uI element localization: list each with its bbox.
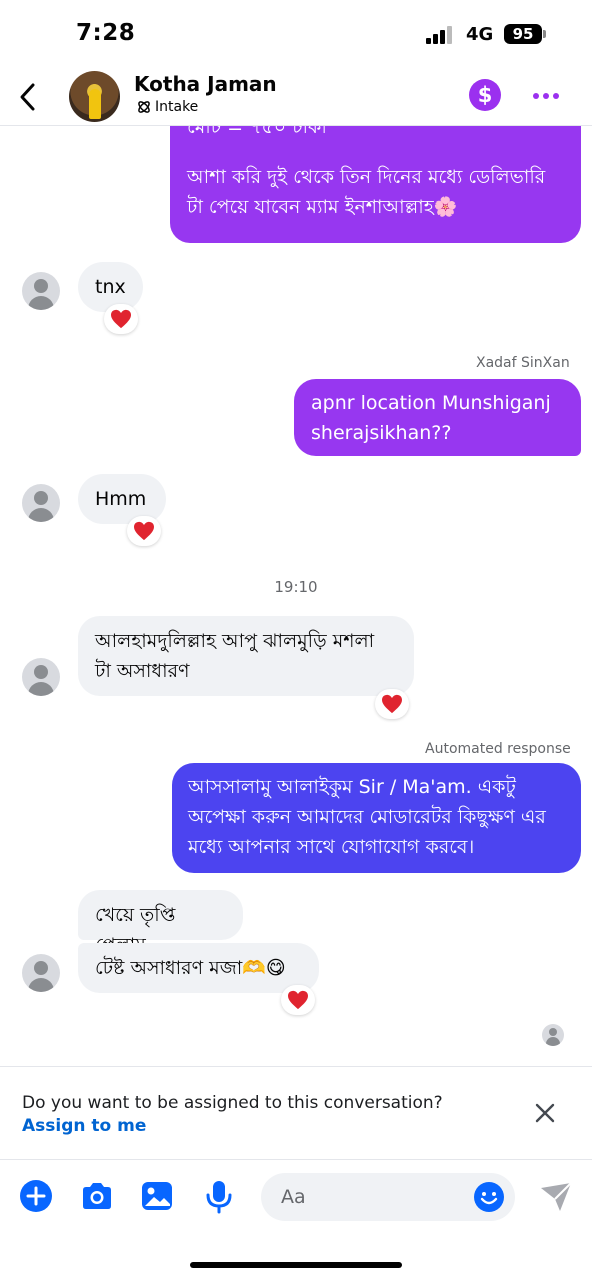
heart-icon	[382, 694, 402, 714]
back-button[interactable]	[14, 80, 44, 114]
message-text: আসসালামু আলাইকুম Sir / Ma'am. একটু	[188, 776, 516, 798]
camera-button[interactable]	[79, 1178, 115, 1214]
message-input[interactable]	[281, 1183, 461, 1211]
cellular-signal-icon	[426, 26, 456, 44]
message-text: মধ্যে আপনার সাথে যোগাযোগ করবে।	[188, 836, 475, 858]
payments-button[interactable]: $	[469, 79, 501, 111]
assign-banner: Do you want to be assigned to this conve…	[0, 1066, 592, 1160]
more-dots-icon	[533, 93, 539, 99]
heart-reaction[interactable]	[127, 516, 161, 546]
message-text: আলহামদুলিল্লাহ আপু ঝালমুড়ি মশলা	[95, 630, 375, 652]
status-time: 7:28	[76, 20, 136, 46]
seen-receipt-avatar	[542, 1024, 564, 1046]
message-bubble-outgoing[interactable]: apnr location Munshiganj sherajsikhan??	[294, 379, 581, 456]
message-text: apnr location Munshiganj	[311, 392, 551, 414]
assign-to-me-link[interactable]: Assign to me	[22, 1116, 146, 1136]
sender-avatar[interactable]	[22, 272, 60, 310]
message-text: মোট = ৭৫০ টাকা	[187, 126, 327, 138]
battery-icon: 95	[504, 24, 542, 44]
heart-reaction[interactable]	[375, 689, 409, 719]
automated-response-label: Automated response	[425, 741, 571, 757]
message-list[interactable]: মোট = ৭৫০ টাকা আশা করি দুই থেকে তিন দিনে…	[0, 126, 592, 1066]
message-text: tnx	[95, 276, 126, 298]
smiley-icon	[474, 1182, 504, 1212]
message-text: টা পেয়ে যাবেন ম্যাম ইনশাআল্লাহ🌸	[187, 196, 458, 218]
conversation-header: Kotha Jaman Intake $	[0, 68, 592, 126]
message-bubble-incoming[interactable]: tnx	[78, 262, 143, 312]
label-icon	[138, 101, 150, 113]
sender-name: Xadaf SinXan	[476, 355, 570, 371]
contact-avatar[interactable]	[69, 71, 120, 122]
network-type: 4G	[466, 24, 494, 45]
message-text: অপেক্ষা করুন আমাদের মোডারেটর কিছুক্ষণ এর	[188, 806, 546, 828]
emoji-button[interactable]	[473, 1181, 505, 1213]
message-text: টা অসাধারণ	[95, 660, 190, 682]
heart-icon	[111, 309, 131, 329]
more-options-button[interactable]	[530, 84, 562, 104]
heart-icon	[134, 521, 154, 541]
add-button[interactable]	[18, 1178, 54, 1214]
heart-reaction[interactable]	[281, 985, 315, 1015]
chevron-left-icon	[20, 83, 35, 111]
status-bar: 7:28 4G 95	[0, 0, 592, 68]
message-bubble-incoming[interactable]: খেয়ে তৃপ্তি পেলাম	[78, 890, 243, 956]
message-bubble-automated[interactable]: আসসালামু আলাইকুম Sir / Ma'am. একটু অপেক্…	[172, 763, 581, 873]
contact-label[interactable]: Intake	[136, 99, 198, 115]
send-icon	[541, 1182, 572, 1211]
message-composer	[0, 1160, 592, 1240]
dismiss-banner-button[interactable]	[531, 1099, 559, 1127]
voice-button[interactable]	[201, 1178, 237, 1214]
heart-reaction[interactable]	[104, 304, 138, 334]
battery-tip	[543, 30, 546, 38]
dollar-icon: $	[477, 83, 493, 107]
send-button[interactable]	[538, 1178, 574, 1214]
sender-avatar[interactable]	[22, 954, 60, 992]
heart-icon	[288, 990, 308, 1010]
message-text: Hmm	[95, 488, 147, 510]
message-input-box[interactable]	[261, 1173, 515, 1221]
plus-circle-icon	[20, 1180, 52, 1212]
message-bubble-incoming[interactable]: টেষ্ট অসাধারণ মজা🫶😋	[78, 943, 319, 993]
time-divider: 19:10	[274, 578, 318, 596]
microphone-icon	[206, 1181, 232, 1214]
message-text: টেষ্ট অসাধারণ মজা🫶😋	[95, 957, 286, 979]
message-bubble-incoming[interactable]: আলহামদুলিল্লাহ আপু ঝালমুড়ি মশলা টা অসাধ…	[78, 616, 414, 696]
battery-level: 95	[512, 25, 534, 43]
sender-avatar[interactable]	[22, 658, 60, 696]
camera-icon	[83, 1183, 111, 1209]
contact-label-text: Intake	[155, 99, 199, 115]
close-icon	[535, 1103, 555, 1123]
message-text: sherajsikhan??	[311, 422, 452, 444]
message-bubble-incoming[interactable]: Hmm	[78, 474, 166, 524]
home-indicator[interactable]	[190, 1262, 402, 1268]
message-text: আশা করি দুই থেকে তিন দিনের মধ্যে ডেলিভার…	[187, 166, 546, 188]
contact-name[interactable]: Kotha Jaman	[134, 72, 277, 96]
assign-question: Do you want to be assigned to this conve…	[22, 1093, 443, 1113]
gallery-button[interactable]	[139, 1178, 175, 1214]
image-icon	[142, 1182, 172, 1210]
sender-avatar[interactable]	[22, 484, 60, 522]
message-bubble-outgoing[interactable]: মোট = ৭৫০ টাকা আশা করি দুই থেকে তিন দিনে…	[170, 126, 581, 243]
